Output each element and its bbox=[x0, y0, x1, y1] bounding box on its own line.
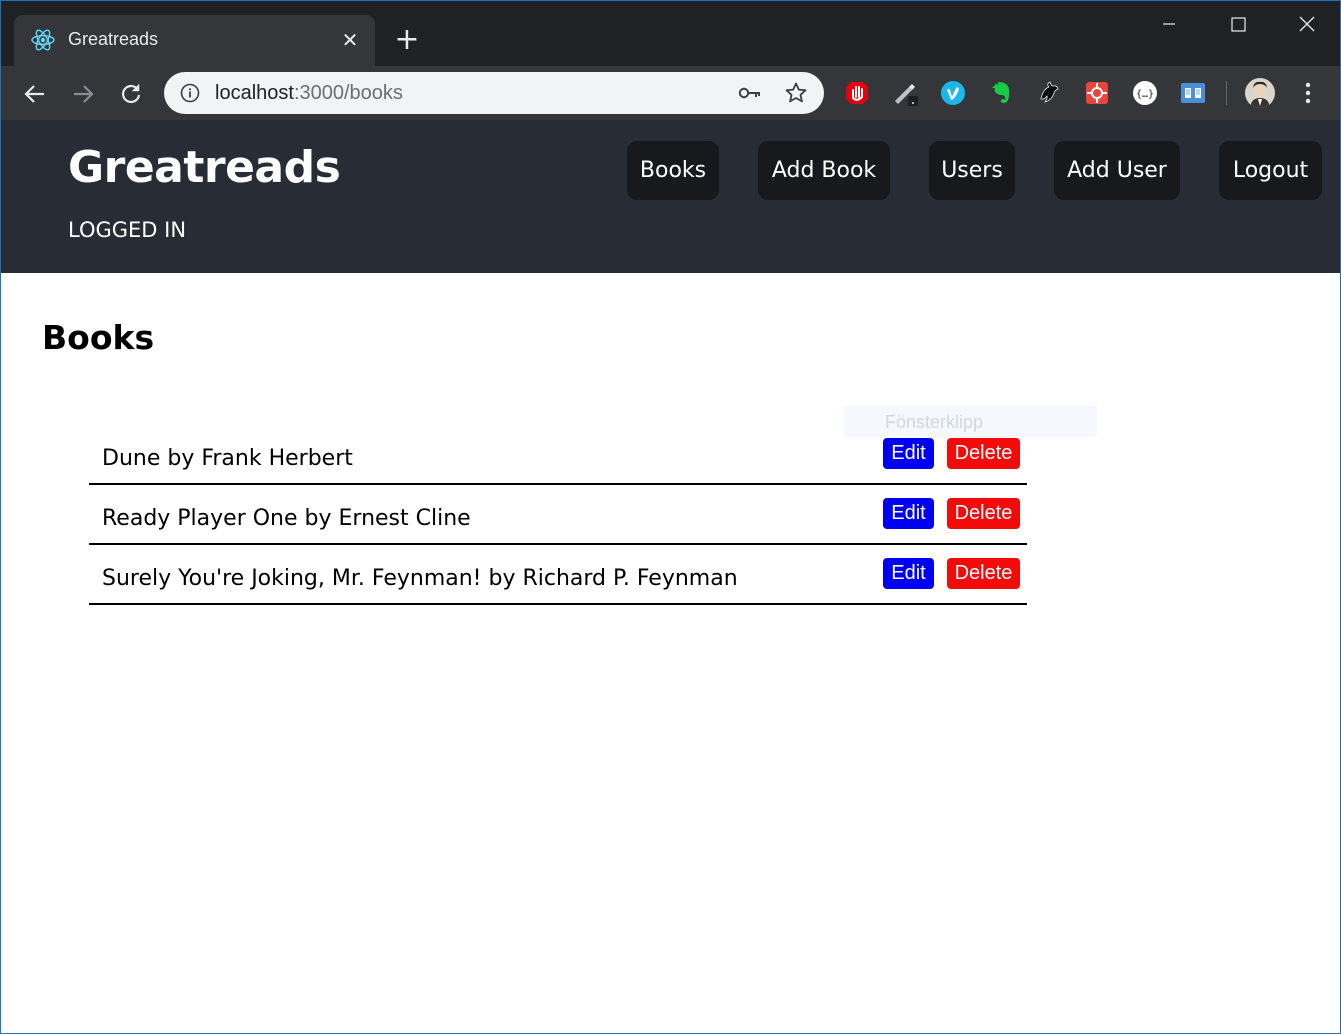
page-title: Books bbox=[42, 318, 155, 357]
book-row: Ready Player One by Ernest Cline Edit De… bbox=[89, 485, 1027, 545]
logout-button[interactable]: Logout bbox=[1219, 141, 1322, 200]
browser-toolbar: localhost:3000/books {…} bbox=[1, 66, 1340, 120]
tab-close-icon[interactable]: ✕ bbox=[340, 30, 360, 50]
new-tab-button[interactable]: + bbox=[393, 25, 421, 55]
web-page: Greatreads LOGGED IN Books Add Book User… bbox=[1, 120, 1340, 1033]
login-status: LOGGED IN bbox=[68, 218, 187, 242]
browser-window: Greatreads ✕ + localhost:3000/books {…} … bbox=[0, 0, 1341, 1034]
avatar[interactable] bbox=[1245, 78, 1275, 108]
bird-icon[interactable] bbox=[1035, 79, 1063, 107]
close-window-icon[interactable] bbox=[1287, 9, 1327, 39]
forward-arrow-icon[interactable] bbox=[67, 78, 99, 110]
info-icon[interactable] bbox=[180, 83, 200, 103]
book-row: Dune by Frank Herbert Edit Delete bbox=[89, 433, 1027, 485]
delete-button[interactable]: Delete bbox=[947, 498, 1020, 529]
nav-books-button[interactable]: Books bbox=[627, 141, 719, 200]
minimize-window-icon[interactable] bbox=[1149, 9, 1189, 39]
edit-button[interactable]: Edit bbox=[883, 498, 934, 529]
brand-title: Greatreads bbox=[68, 142, 341, 193]
address-bar[interactable]: localhost:3000/books bbox=[164, 72, 824, 114]
url-host: localhost bbox=[215, 82, 294, 104]
extension-red-icon[interactable] bbox=[1083, 79, 1111, 107]
nav-add-book-button[interactable]: Add Book bbox=[758, 141, 890, 200]
reload-icon[interactable] bbox=[115, 78, 147, 110]
tab-title: Greatreads bbox=[68, 29, 159, 49]
book-list: Dune by Frank Herbert Edit Delete Ready … bbox=[89, 433, 1027, 605]
url-text: localhost:3000/books bbox=[215, 82, 403, 105]
book-title: Ready Player One by Ernest Cline bbox=[102, 506, 471, 531]
edit-button[interactable]: Edit bbox=[883, 558, 934, 589]
nav-users-button[interactable]: Users bbox=[929, 141, 1015, 200]
snipping-tool-overlay: Fönsterklipp bbox=[844, 406, 1097, 437]
snip-label: Fönsterklipp bbox=[885, 412, 984, 432]
evernote-icon[interactable] bbox=[987, 79, 1015, 107]
pen-icon[interactable] bbox=[891, 79, 919, 107]
url-path: :3000/books bbox=[293, 82, 403, 104]
reader-icon[interactable] bbox=[1179, 79, 1207, 107]
toolbar-divider bbox=[1226, 81, 1227, 105]
tab-strip: Greatreads ✕ + bbox=[1, 1, 1340, 66]
edit-button[interactable]: Edit bbox=[883, 438, 934, 469]
browser-tab[interactable]: Greatreads ✕ bbox=[14, 15, 375, 66]
react-icon bbox=[30, 27, 56, 53]
back-arrow-icon[interactable] bbox=[19, 78, 51, 110]
json-viewer-icon[interactable]: {…} bbox=[1131, 79, 1159, 107]
book-title: Surely You're Joking, Mr. Feynman! by Ri… bbox=[102, 566, 738, 591]
app-header: Greatreads LOGGED IN Books Add Book User… bbox=[1, 120, 1340, 273]
delete-button[interactable]: Delete bbox=[947, 558, 1020, 589]
maximize-window-icon[interactable] bbox=[1218, 9, 1258, 39]
key-icon[interactable] bbox=[738, 83, 762, 103]
star-icon[interactable] bbox=[784, 81, 808, 105]
vimeo-icon[interactable] bbox=[939, 79, 967, 107]
vertical-dots-icon[interactable] bbox=[1297, 79, 1319, 107]
nav-add-user-button[interactable]: Add User bbox=[1054, 141, 1180, 200]
ublock-icon[interactable] bbox=[843, 79, 871, 107]
book-row: Surely You're Joking, Mr. Feynman! by Ri… bbox=[89, 545, 1027, 605]
delete-button[interactable]: Delete bbox=[947, 438, 1020, 469]
svg-text:{…}: {…} bbox=[1136, 89, 1154, 100]
book-title: Dune by Frank Herbert bbox=[102, 446, 353, 471]
